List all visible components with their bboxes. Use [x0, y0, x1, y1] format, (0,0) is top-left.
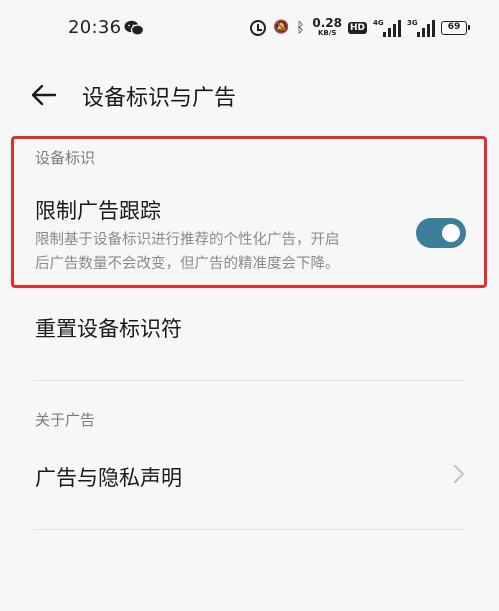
- toggle-knob: [442, 224, 460, 242]
- desc-line-1: 限制基于设备标识进行推荐的个性化广告，开启: [35, 232, 340, 248]
- speed-value: 0.28: [312, 16, 342, 30]
- reset-device-id-button[interactable]: 重置设备标识符: [35, 313, 182, 343]
- mute-icon: 🔕: [273, 20, 290, 35]
- signal-1-label: 4G: [373, 19, 384, 27]
- hd-badge: HD: [347, 22, 367, 34]
- status-time: 20:36: [68, 17, 122, 38]
- speed-unit: KB/S: [318, 29, 337, 37]
- signal-icon-2: 3G: [407, 19, 435, 37]
- desc-line-2: 后广告数量不会改变，但广告的精准度会下降。: [35, 256, 340, 272]
- section-label-device-id: 设备标识: [35, 149, 96, 167]
- limit-ad-tracking-title: 限制广告跟踪: [35, 199, 161, 223]
- section-label-about-ads: 关于广告: [35, 411, 96, 429]
- divider: [33, 380, 466, 381]
- status-indicators: 🔕 ᛒ 0.28 KB/S HD 4G 3G 69: [250, 16, 470, 40]
- limit-ad-tracking-desc: 限制基于设备标识进行推荐的个性化广告，开启 后广告数量不会改变，但广告的精准度会…: [35, 228, 385, 276]
- bluetooth-icon: ᛒ: [296, 20, 305, 36]
- ad-privacy-statement-label: 广告与隐私声明: [35, 466, 182, 490]
- network-speed: 0.28 KB/S: [312, 16, 342, 38]
- back-button[interactable]: [30, 80, 58, 110]
- chevron-right-icon: [454, 465, 464, 483]
- page-title: 设备标识与广告: [82, 86, 237, 111]
- battery-icon: 69: [441, 21, 470, 35]
- signal-icon: 4G: [373, 19, 401, 37]
- status-bar: 20:36 🔕 ᛒ 0.28 KB/S HD 4G 3G 69: [0, 0, 499, 56]
- divider: [33, 529, 466, 530]
- alarm-icon: [250, 20, 267, 36]
- wechat-icon: [124, 20, 144, 36]
- signal-2-label: 3G: [407, 19, 418, 27]
- limit-ad-tracking-toggle[interactable]: [416, 218, 466, 248]
